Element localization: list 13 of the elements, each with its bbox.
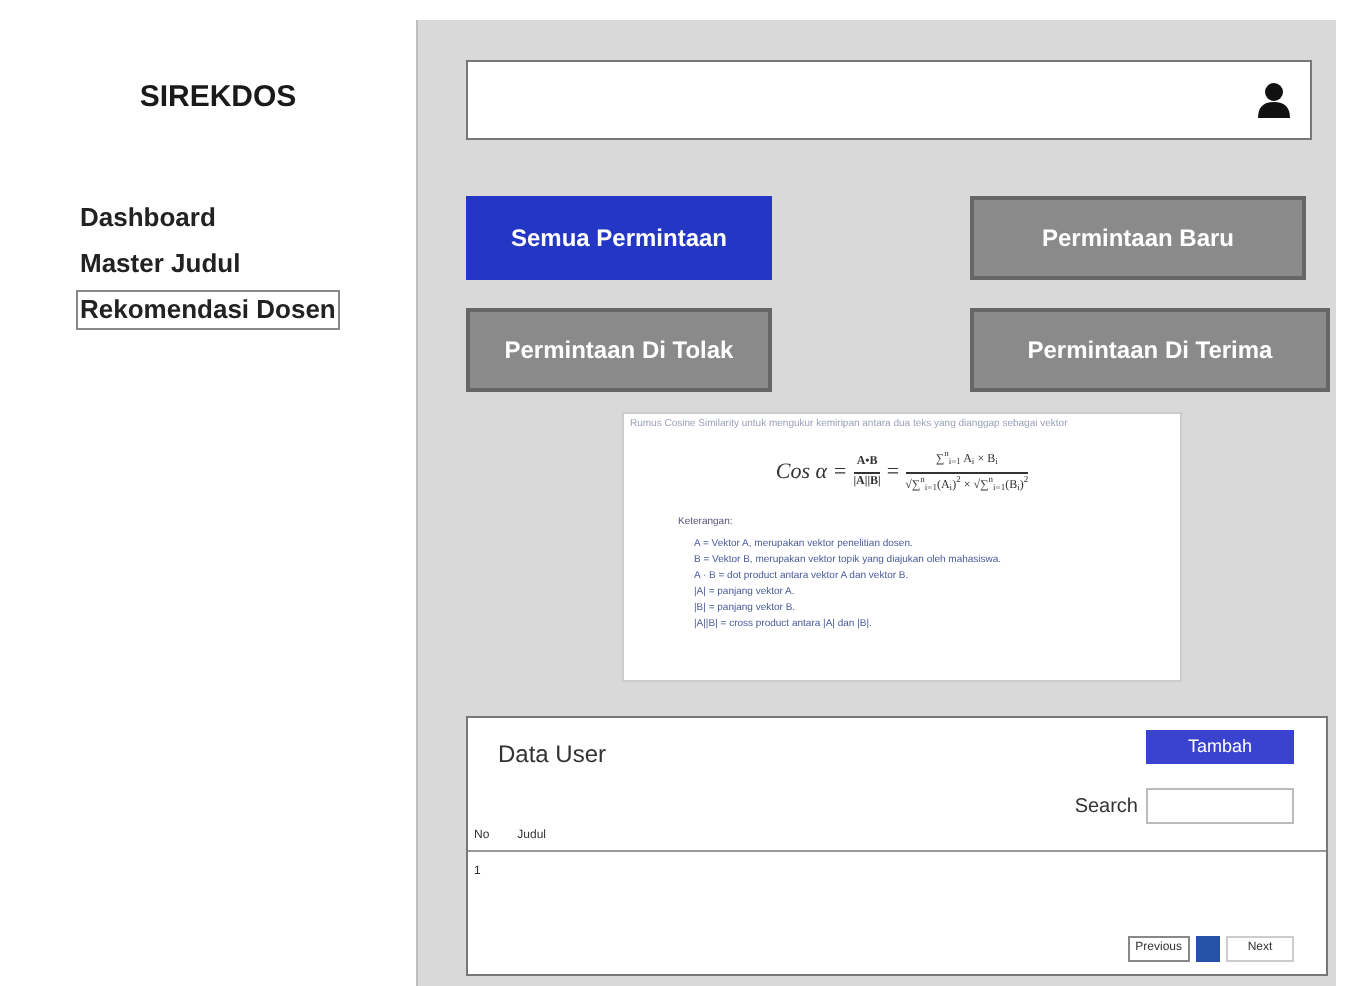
sidebar-item[interactable]: Master Judul <box>76 243 245 283</box>
sidebar-item[interactable]: Rekomendasi Dosen <box>76 289 340 329</box>
current-page-button[interactable] <box>1196 936 1220 962</box>
filter-button[interactable]: Semua Permintaan <box>466 196 772 280</box>
search-label: Search <box>1074 793 1138 821</box>
app-title: SIREKDOS <box>139 78 297 118</box>
formula-equals: = <box>886 457 900 488</box>
search-field[interactable] <box>1146 788 1294 824</box>
user-icon[interactable] <box>1258 82 1290 118</box>
panel-title: Data User <box>498 738 607 772</box>
formula-lhs: Cos α = <box>775 457 848 488</box>
add-button[interactable]: Tambah <box>1146 730 1294 764</box>
sidebar-item[interactable]: Dashboard <box>76 197 220 237</box>
